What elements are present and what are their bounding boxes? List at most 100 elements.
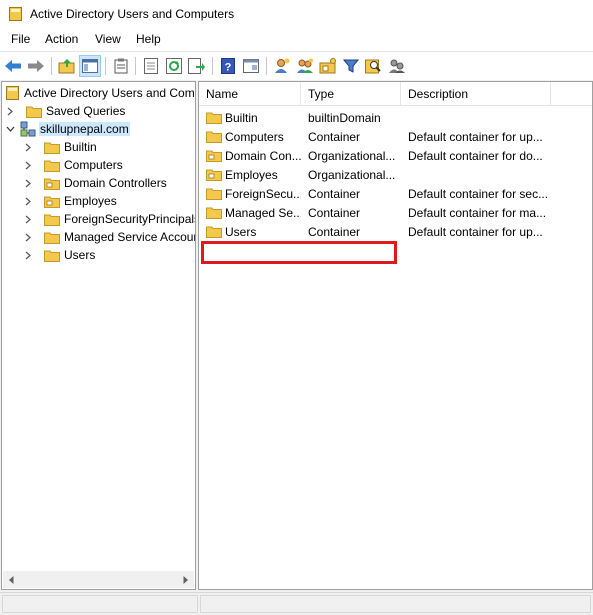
tree-item-employes[interactable]: Employes	[22, 192, 118, 210]
status-segment	[2, 595, 198, 613]
list-row[interactable]: Managed Se... Container Default containe…	[199, 203, 592, 222]
tree-item-domain-controllers[interactable]: Domain Controllers	[22, 174, 168, 192]
folder-icon	[44, 211, 60, 227]
tree-item-label: Domain Controllers	[64, 176, 167, 190]
folder-icon	[26, 103, 42, 119]
new-group-icon[interactable]	[294, 55, 316, 77]
refresh-icon[interactable]	[163, 55, 185, 77]
chevron-right-icon[interactable]	[22, 156, 34, 174]
cell-type: Container	[308, 129, 361, 144]
list-row[interactable]: Builtin builtinDomain	[199, 108, 592, 127]
list-row[interactable]: Domain Con... Organizational... Default …	[199, 146, 592, 165]
cell-type: Container	[308, 205, 361, 220]
svg-text:?: ?	[225, 62, 232, 74]
tree-item-label: Builtin	[64, 140, 97, 154]
tree-item-label: ForeignSecurityPrincipals	[64, 212, 196, 226]
show-console-tree-icon[interactable]	[79, 55, 101, 77]
menu-file[interactable]: File	[9, 32, 32, 46]
list-row[interactable]: ForeignSecu... Container Default contain…	[199, 184, 592, 203]
folder-icon	[206, 224, 222, 240]
console-view-icon[interactable]	[240, 55, 262, 77]
toolbar-separator	[266, 57, 267, 75]
tree-item-builtin[interactable]: Builtin	[22, 138, 98, 156]
new-user-icon[interactable]	[271, 55, 293, 77]
cell-description: Default container for up...	[408, 224, 543, 239]
tree-item-saved-queries[interactable]: Saved Queries	[4, 102, 126, 120]
details-list: Name Type Description Builtin builtinDom…	[198, 81, 593, 590]
chevron-right-icon[interactable]	[4, 102, 16, 120]
cell-type: Container	[308, 224, 361, 239]
cell-type: Container	[308, 186, 361, 201]
tree-item-label: Computers	[64, 158, 123, 172]
chevron-right-icon[interactable]	[22, 174, 34, 192]
new-ou-icon[interactable]	[317, 55, 339, 77]
scroll-left-icon[interactable]	[3, 571, 20, 588]
find-icon[interactable]	[363, 55, 385, 77]
cell-name: Employes	[225, 167, 278, 182]
tree-root-label: Active Directory Users and Com	[24, 86, 195, 100]
chevron-right-icon[interactable]	[22, 192, 34, 210]
menu-action[interactable]: Action	[43, 32, 80, 46]
chevron-right-icon[interactable]	[22, 210, 34, 228]
tree-item-managed-service-accounts[interactable]: Managed Service Accour	[22, 228, 196, 246]
cell-name: Users	[225, 224, 257, 239]
scroll-right-icon[interactable]	[177, 571, 194, 588]
folder-icon	[206, 205, 222, 221]
list-header: Name Type Description	[199, 82, 592, 106]
tree-item-users[interactable]: Users	[22, 246, 96, 264]
title-bar: Active Directory Users and Computers	[0, 0, 593, 29]
toolbar-separator	[105, 57, 106, 75]
chevron-down-icon[interactable]	[4, 120, 16, 138]
column-header-description[interactable]: Description	[401, 82, 551, 106]
cell-name: Domain Con...	[225, 148, 301, 163]
tree-item-label: skillupnepal.com	[39, 122, 130, 136]
menu-help[interactable]: Help	[134, 32, 163, 46]
forward-arrow-icon[interactable]	[25, 55, 47, 77]
folder-icon	[44, 247, 60, 263]
chevron-right-icon[interactable]	[22, 228, 34, 246]
cell-description: Default container for ma...	[408, 205, 547, 220]
app-folder-icon	[9, 7, 22, 21]
main-content: Active Directory Users and Com Saved Que…	[0, 80, 593, 592]
domain-icon	[20, 121, 36, 137]
horizontal-scrollbar[interactable]	[3, 571, 194, 588]
tree-item-computers[interactable]: Computers	[22, 156, 124, 174]
properties-sheet-icon[interactable]	[140, 55, 162, 77]
tree-item-label: Managed Service Accour	[64, 230, 196, 244]
tree-item-label: Employes	[64, 194, 117, 208]
ou-folder-icon	[206, 167, 222, 183]
tree-root-item[interactable]: Active Directory Users and Com	[4, 84, 195, 102]
tree-item-foreign-security-principals[interactable]: ForeignSecurityPrincipals	[22, 210, 196, 228]
column-header-name[interactable]: Name	[199, 82, 301, 106]
menu-view[interactable]: View	[93, 32, 123, 46]
toolbar-separator	[212, 57, 213, 75]
cell-description	[408, 165, 592, 184]
cell-type: builtinDomain	[308, 110, 381, 125]
ou-folder-icon	[44, 175, 60, 191]
cell-description	[408, 108, 592, 127]
chevron-right-icon[interactable]	[22, 138, 34, 156]
export-list-icon[interactable]	[186, 55, 208, 77]
window-title: Active Directory Users and Computers	[30, 7, 235, 21]
list-row[interactable]: Employes Organizational...	[199, 165, 592, 184]
folder-icon	[206, 186, 222, 202]
tree-item-domain[interactable]: skillupnepal.com	[4, 120, 130, 138]
up-folder-icon[interactable]	[56, 55, 78, 77]
help-icon[interactable]: ?	[217, 55, 239, 77]
chevron-right-icon[interactable]	[22, 246, 34, 264]
delegate-control-icon[interactable]	[386, 55, 408, 77]
cell-name: Builtin	[225, 110, 258, 125]
tree-item-label: Saved Queries	[46, 104, 126, 118]
clipboard-icon[interactable]	[110, 55, 132, 77]
folder-icon	[44, 139, 60, 155]
ou-folder-icon	[44, 193, 60, 209]
list-row[interactable]: Users Container Default container for up…	[199, 222, 592, 241]
status-segment	[200, 595, 591, 613]
console-tree: Active Directory Users and Com Saved Que…	[1, 81, 196, 590]
column-header-type[interactable]: Type	[301, 82, 401, 106]
folder-icon	[44, 229, 60, 245]
back-arrow-icon[interactable]	[2, 55, 24, 77]
cell-name: Managed Se...	[225, 205, 301, 220]
list-row[interactable]: Computers Container Default container fo…	[199, 127, 592, 146]
filter-icon[interactable]	[340, 55, 362, 77]
